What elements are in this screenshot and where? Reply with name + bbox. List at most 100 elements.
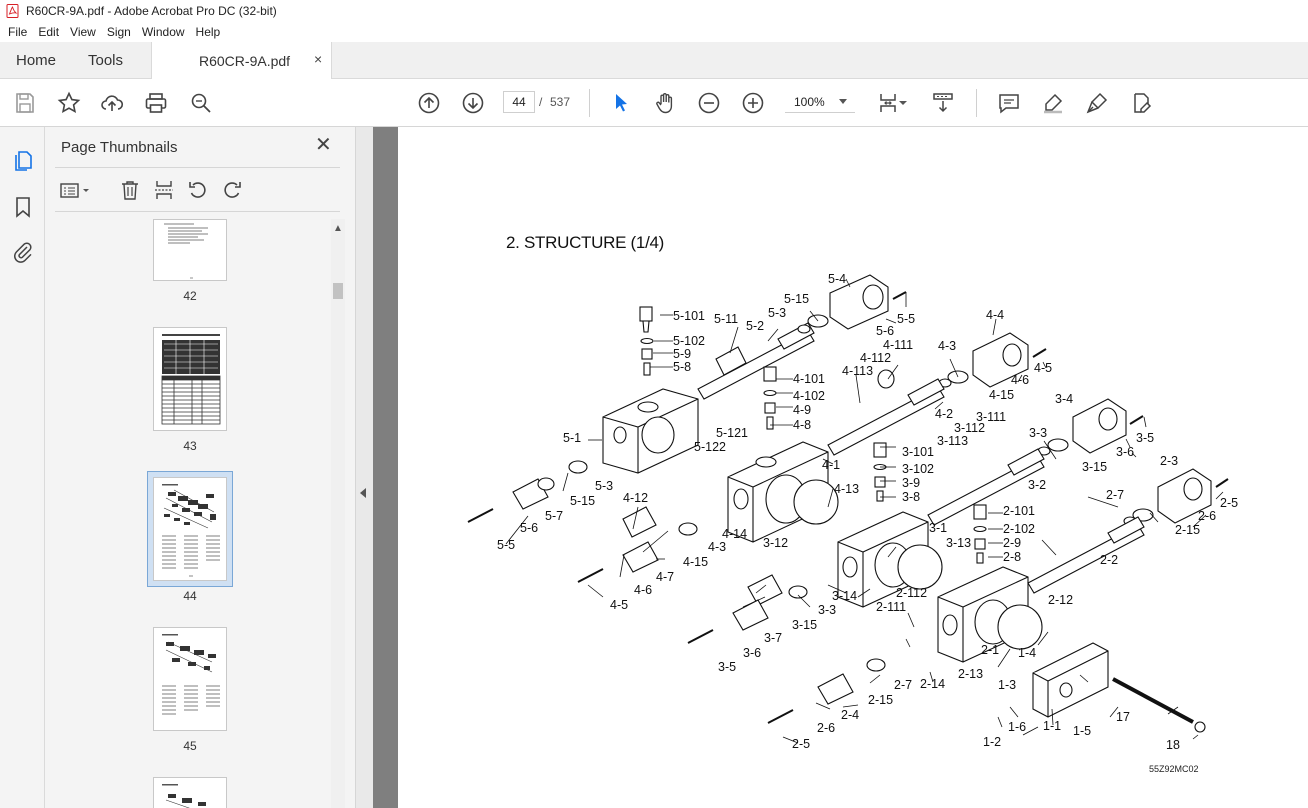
callout-label: 3-14 [832,589,857,603]
callout-label: 2-6 [1198,509,1216,523]
callout-label: 2-4 [841,708,859,722]
tab-home[interactable]: Home [16,52,56,69]
scroll-mode-icon[interactable] [931,91,955,115]
print-icon[interactable] [144,91,168,115]
chevron-down-icon[interactable] [839,99,847,104]
comment-icon[interactable] [997,91,1021,115]
callout-label: 3-9 [902,476,920,490]
callout-label: 3-15 [792,618,817,632]
callout-label: 2-12 [1048,593,1073,607]
callout-label: 5-7 [545,509,563,523]
delete-page-icon[interactable] [119,179,141,201]
callout-label: 3-5 [718,660,736,674]
callout-label: 1-4 [1018,646,1036,660]
thumbnail-toolbar [55,171,340,211]
find-zoom-icon[interactable] [189,91,213,115]
callout-label: 2-1 [981,643,999,657]
callout-label: 4-3 [938,339,956,353]
attachment-icon[interactable] [11,240,35,264]
scrollbar-thumb[interactable] [333,283,343,299]
hand-tool-icon[interactable] [653,91,677,115]
select-cursor-icon[interactable] [609,91,633,115]
close-panel-icon[interactable]: ✕ [315,135,332,155]
highlight-pen-icon[interactable] [1041,91,1065,115]
previous-page-icon[interactable] [417,91,441,115]
page-fit-icon[interactable] [876,91,900,115]
bookmark-icon[interactable] [11,195,35,219]
page-thumbnails-icon[interactable] [11,149,35,173]
pdf-page: 2. STRUCTURE (1/4) 5-4 5-15 5-3 5-101 5-… [398,127,1308,808]
tab-document-label: R60CR-9A.pdf [199,53,291,69]
callout-label: 3-8 [902,490,920,504]
page-thumbnail[interactable] [153,327,227,431]
upload-cloud-icon[interactable] [100,91,124,115]
callout-label: 4-101 [793,372,825,386]
callout-label: 5-8 [673,360,691,374]
acrobat-app-icon [6,4,19,18]
callout-label: 2-15 [868,693,893,707]
rotate-right-icon[interactable] [221,179,243,201]
callout-label: 5-2 [746,319,764,333]
callout-label: 4-112 [860,351,891,365]
edit-pdf-icon[interactable] [1129,91,1153,115]
callout-label: 2-2 [1100,553,1118,567]
callout-label: 1-2 [983,735,1001,749]
callout-label: 4-9 [793,403,811,417]
callout-label: 3-12 [763,536,788,550]
page-thumbnail[interactable] [153,627,227,731]
thumbnail-scrollbar[interactable]: ▲ [331,219,345,808]
options-menu-icon[interactable] [60,179,92,201]
page-thumbnail[interactable] [153,219,227,281]
callout-label: 18 [1166,738,1180,752]
extract-pages-icon[interactable] [153,179,175,201]
callout-labels: 5-4 5-15 5-3 5-101 5-11 5-2 5-6 5-5 5-10… [497,272,1238,752]
callout-label: 3-1 [929,521,947,535]
save-icon[interactable] [13,91,37,115]
rotate-left-icon[interactable] [187,179,209,201]
panel-collapse-handle[interactable] [355,127,373,808]
chevron-down-icon[interactable] [898,91,908,115]
page-thumbnails-panel: Page Thumbnails ✕ 42 43 44 45 ▲ [45,127,355,808]
tab-document[interactable]: R60CR-9A.pdf × [151,42,332,79]
callout-label: 3-7 [764,631,782,645]
callout-label: 4-3 [708,540,726,554]
document-viewport[interactable]: 2. STRUCTURE (1/4) 5-4 5-15 5-3 5-101 5-… [373,127,1308,808]
callout-label: 2-13 [958,667,983,681]
callout-label: 5-15 [570,494,595,508]
callout-label: 2-15 [1175,523,1200,537]
next-page-icon[interactable] [461,91,485,115]
star-icon[interactable] [57,91,81,115]
callout-label: 3-112 [954,421,985,435]
callout-label: 3-101 [902,445,934,459]
zoom-out-icon[interactable] [697,91,721,115]
callout-label: 4-1 [822,458,840,472]
scroll-up-icon[interactable]: ▲ [333,223,343,234]
callout-label: 5-3 [768,306,786,320]
menu-view[interactable]: View [66,25,100,39]
close-tab-icon[interactable]: × [314,51,322,67]
callout-label: 3-13 [946,536,971,550]
collapse-arrow-icon[interactable] [360,488,366,498]
callout-label: 5-11 [714,312,738,326]
callout-label: 1-6 [1008,720,1026,734]
page-thumbnail-selected[interactable] [153,477,227,581]
page-number-input[interactable]: 44 [503,91,535,113]
callout-label: 3-3 [818,603,836,617]
sign-icon[interactable] [1085,91,1109,115]
menu-help[interactable]: Help [192,25,225,39]
page-number-label: 45 [183,739,197,753]
callout-label: 2-5 [792,737,810,751]
callout-label: 2-7 [894,678,912,692]
panel-title: Page Thumbnails [61,139,178,156]
menu-file[interactable]: File [4,25,31,39]
title-bar: R60CR-9A.pdf - Adobe Acrobat Pro DC (32-… [0,0,1308,22]
callout-label: 3-6 [743,646,761,660]
tab-tools[interactable]: Tools [88,52,123,69]
page-thumbnail[interactable] [153,777,227,808]
menu-sign[interactable]: Sign [103,25,135,39]
menu-edit[interactable]: Edit [34,25,63,39]
menu-window[interactable]: Window [138,25,189,39]
zoom-in-icon[interactable] [741,91,765,115]
callout-label: 5-101 [673,309,705,323]
callout-label: 2-3 [1160,454,1178,468]
